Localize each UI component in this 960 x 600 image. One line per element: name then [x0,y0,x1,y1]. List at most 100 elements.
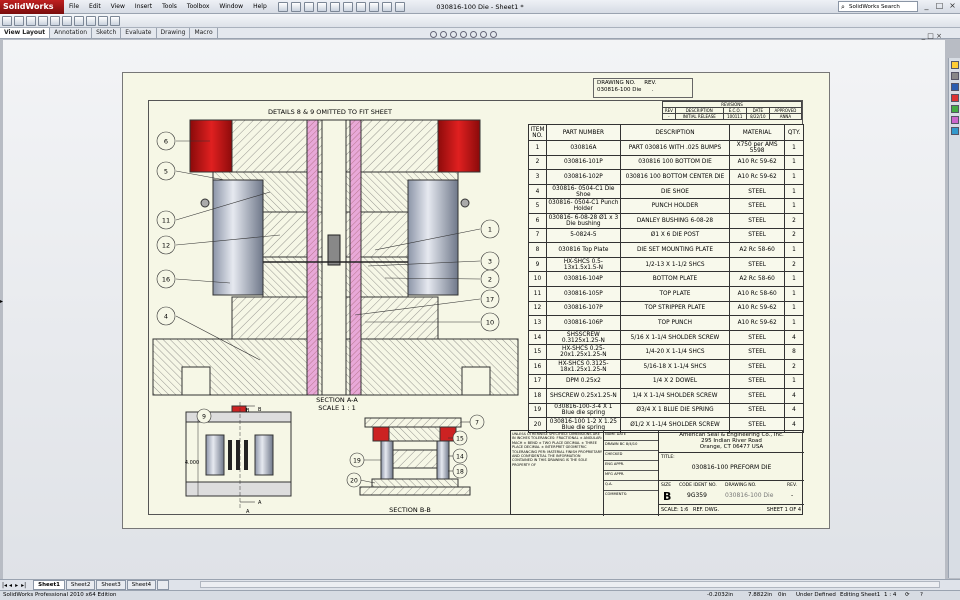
sketch-state: Under Defined [796,592,836,598]
table-cell: A2 Rc 58-60 [729,271,786,287]
table-cell: 030816-102P [545,169,621,185]
table-row[interactable]: 11 030816-105P TOP PLATE A10 Rc 58-60 1 [528,285,804,302]
table-row[interactable]: 3 030816-102P 030816 100 BOTTOM CENTER DIE… [528,169,804,185]
rebuild-status-icon[interactable]: ⟳ [905,591,910,600]
table-row[interactable]: 14 SHSSCREW 0.3125x1.25-N 5/16 X 1-1/4 SHO… [528,329,804,346]
table-cell: 14 [528,329,547,346]
table-cell: 030816-101P [545,154,621,171]
sheet-tab-3[interactable]: Sheet3 [96,580,126,590]
ref-dwg: REF. DWG. [693,507,720,513]
balloon-2[interactable]: 2 [488,276,492,284]
sheet-tab-2[interactable]: Sheet2 [65,580,96,590]
sheet-scale[interactable]: 1 : 4 [884,591,896,600]
table-row[interactable]: 12 030816-107P TOP STRIPPER PLATE A10 Rc 59… [528,300,804,317]
table-cell: 030816 100 BOTTOM DIE [619,154,731,171]
table-row[interactable]: 6 030816- 6-08-28 Ø1 x 3 Die bushing DANLE… [528,212,804,229]
scale-row: SCALE: 1:6 REF. DWG. SHEET 1 OF 4 [659,505,804,516]
table-row[interactable]: 19 030816-100-3-4 X 1 Blue die spring Ø3/4… [528,402,804,419]
first-sheet-icon[interactable]: |◂ [2,582,7,589]
table-cell: A10 Rc 59-62 [729,169,786,185]
table-cell: 7 [528,227,547,244]
section-aa-scale: SCALE 1 : 1 [318,404,356,412]
title-block[interactable]: UNLESS OTHERWISE SPECIFIED: DIMENSIONS A… [510,430,804,516]
mfg-appr: MFG APPR. [604,471,658,481]
table-cell: 1 [528,140,547,156]
horizontal-scrollbar[interactable] [200,581,940,588]
next-sheet-icon[interactable]: ▸ [15,582,18,589]
table-row[interactable]: 1 030816A PART 030816 WITH .025 BUMPS X750 … [528,140,804,156]
table-cell: 030816A [545,140,621,156]
approvals-column: NAME DATE DRAWN BC 8/4/10 CHECKED ENG AP… [604,431,659,516]
table-cell: 5 [528,198,547,214]
balloon-18[interactable]: 18 [456,469,464,476]
arrow-label-a-bottom: A [258,500,262,506]
table-row[interactable]: 13 030816-106P TOP PUNCH A10 Rc 59-62 1 [528,315,804,331]
bill-of-materials-table[interactable]: ITEM NO. PART NUMBER DESCRIPTION MATERIA… [528,124,804,433]
size-value: B [663,490,672,503]
balloon-20[interactable]: 20 [350,478,358,485]
balloon-4[interactable]: 4 [164,313,168,321]
balloon-3[interactable]: 3 [488,258,492,266]
table-row[interactable]: 2 030816-101P 030816 100 BOTTOM DIE A10 Rc … [528,154,804,171]
table-cell: A10 Rc 59-62 [729,154,786,171]
section-bb-label[interactable]: SECTION B-B [389,506,431,514]
table-cell: 5/16 X 1-1/4 SHOLDER SCREW [619,329,731,346]
balloon-7[interactable]: 7 [475,420,479,427]
section-aa-label[interactable]: SECTION A-A [316,396,358,404]
table-cell: 5/16-18 X 1-1/4 SHCS [619,358,731,375]
table-cell: 030816-100-3-4 X 1 Blue die spring [545,402,621,419]
last-sheet-icon[interactable]: ▸| [21,582,26,589]
balloon-11[interactable]: 11 [162,217,170,225]
table-cell: DANLEY BUSHING 6-08-28 [619,212,731,229]
balloon-17[interactable]: 17 [486,296,494,304]
right-knob-icon [460,198,470,208]
table-cell: DPM 0.25x2 [545,373,621,390]
table-row[interactable]: 7 5-0824-5 Ø1 X 6 DIE POST STEEL 2 [528,227,804,244]
table-cell: STEEL [729,183,786,200]
balloon-16[interactable]: 16 [162,276,170,284]
table-row[interactable]: 10 030816-104P BOTTOM PLATE A2 Rc 58-60 1 [528,271,804,287]
table-row[interactable]: 8 030816 Top Plate DIE SET MOUNTING PLATE A… [528,242,804,258]
cursor-y: 7.8822in [748,592,773,598]
table-cell: 1/4-20 X 1-1/4 SHCS [619,344,731,360]
table-row[interactable]: 5 030816- 0504-C1 Punch Holder PUNCH HOLDE… [528,198,804,214]
arrow-label-b-top: B [246,408,250,414]
balloon-19[interactable]: 19 [353,458,361,465]
help-icon[interactable]: ? [920,591,923,600]
table-row[interactable]: 15 HX-SHCS 0.25-20x1.25x1.25-N 1/4-20 X 1-… [528,344,804,360]
sheet-tab-1[interactable]: Sheet1 [33,580,65,590]
table-cell: STEEL [729,344,786,360]
balloon-12[interactable]: 12 [162,242,170,250]
code-label: CODE IDENT NO. [679,483,717,488]
table-cell: 16 [528,358,547,375]
size-row: SIZE B CODE IDENT NO. 9G359 DRAWING NO. … [659,481,804,505]
table-cell: 13 [528,315,547,331]
table-row[interactable]: 16 HX-SHCS 0.3125-18x1.25x1.25-N 5/16-18 X… [528,358,804,375]
left-post-bore [181,366,211,396]
balloon-14[interactable]: 14 [456,454,464,461]
balloon-10[interactable]: 10 [486,319,494,327]
qa: Q.A. [604,481,658,491]
balloon-9[interactable]: 9 [202,414,206,421]
drawing-views: DETAILS 8 & 9 OMITTED TO FIT SHEET 6 5 1… [152,108,519,515]
balloon-1[interactable]: 1 [488,226,492,234]
balloon-15[interactable]: 15 [456,436,464,443]
balloon-5[interactable]: 5 [164,168,168,176]
cursor-x: -0.2032in [707,592,734,598]
edition-text: SolidWorks Professional 2010 x64 Edition [3,592,117,598]
table-row[interactable]: 4 030816- 0504-C1 Die Shoe DIE SHOE STEEL 1 [528,183,804,200]
table-cell: Ø1 X 6 DIE POST [619,227,731,244]
prev-sheet-icon[interactable]: ◂ [9,582,12,589]
table-row[interactable]: 9 HX-SHCS 0.5-13x1.5x1.5-N 1/2-13 X 1-1/2 … [528,256,804,273]
dimension-4000[interactable]: 4.000 [185,460,199,466]
balloon-6[interactable]: 6 [164,138,168,146]
table-cell: 1 [784,285,804,302]
table-cell: 2 [528,154,547,171]
table-row[interactable]: 18 SHSCREW 0.25x1.25-N 1/4 X 1-1/4 SHOLDER… [528,388,804,404]
table-row[interactable]: 17 DPM 0.25x2 1/4 X 2 DOWEL STEEL 1 [528,373,804,390]
bom-header-material: MATERIAL [729,124,786,141]
table-cell: 4 [784,388,804,404]
sheet-tab-4[interactable]: Sheet4 [126,580,157,590]
table-cell: 8 [784,344,804,360]
add-sheet-icon[interactable] [157,580,170,590]
